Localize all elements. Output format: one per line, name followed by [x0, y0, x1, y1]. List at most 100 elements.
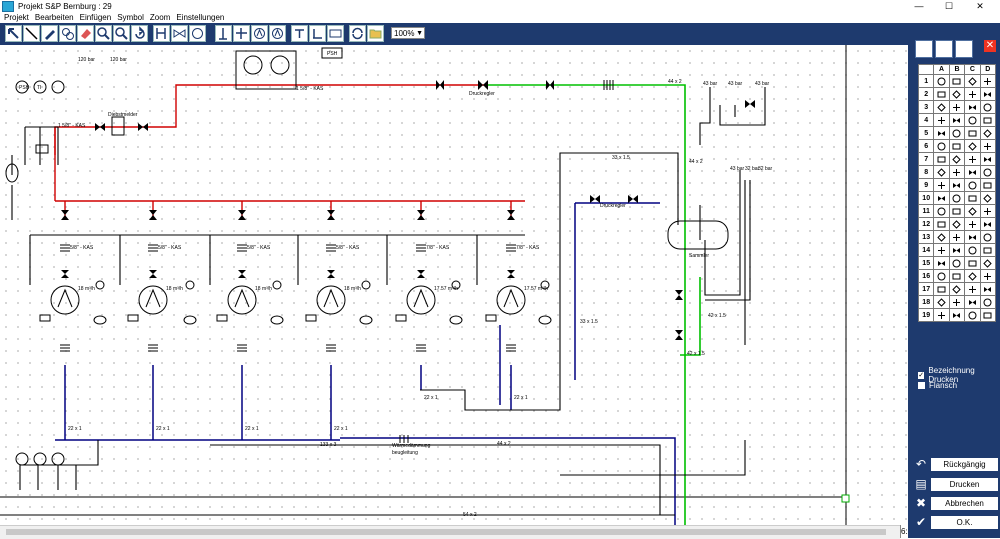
compressor-tool-button[interactable]: [189, 25, 206, 42]
symbol-cell[interactable]: [933, 178, 950, 192]
symbol-cell[interactable]: [964, 126, 981, 140]
menu-symbol[interactable]: Symbol: [117, 13, 144, 22]
ok-button[interactable]: ✔ O.K.: [914, 514, 998, 530]
symbol-cell[interactable]: [933, 282, 950, 296]
symbol-cell[interactable]: [933, 191, 950, 205]
symbol-cell[interactable]: [979, 100, 997, 114]
symbol-cell[interactable]: [964, 243, 981, 257]
symbol-cell[interactable]: [933, 165, 950, 179]
valve-tool-button[interactable]: [171, 25, 188, 42]
option-flansch[interactable]: Flansch: [918, 381, 957, 390]
tool-button-b[interactable]: [233, 25, 250, 42]
symbol-cell[interactable]: [933, 295, 950, 309]
symbol-cell[interactable]: [964, 204, 981, 218]
symbol-cell[interactable]: [964, 282, 981, 296]
close-button[interactable]: ✕: [966, 0, 994, 12]
panel-tab-valve-icon[interactable]: [935, 40, 953, 58]
print-button[interactable]: ▤ Drucken: [914, 476, 998, 492]
pen-button[interactable]: [41, 25, 58, 42]
symbol-cell[interactable]: [933, 204, 950, 218]
undo-button[interactable]: ↶ Rückgängig: [914, 456, 998, 472]
symbol-cell[interactable]: [948, 191, 966, 205]
symbol-cell[interactable]: [964, 269, 981, 283]
symbol-cell[interactable]: [964, 256, 981, 270]
symbol-cell[interactable]: [979, 217, 997, 231]
symbol-cell[interactable]: [948, 87, 966, 101]
symbol-cell[interactable]: [948, 126, 966, 140]
draw-line-button[interactable]: [23, 25, 40, 42]
symbol-cell[interactable]: [933, 113, 950, 127]
symbol-cell[interactable]: [933, 87, 950, 101]
symbol-cell[interactable]: [964, 178, 981, 192]
symbol-cell[interactable]: [964, 308, 981, 322]
symbol-cell[interactable]: [979, 295, 997, 309]
zoom-out-button[interactable]: [113, 25, 130, 42]
refresh-button[interactable]: [349, 25, 366, 42]
symbol-cell[interactable]: [979, 243, 997, 257]
open-folder-button[interactable]: [367, 25, 384, 42]
symbol-cell[interactable]: [964, 152, 981, 166]
symbol-cell[interactable]: [948, 295, 966, 309]
symbol-cell[interactable]: [948, 152, 966, 166]
cancel-button[interactable]: ✖ Abbrechen: [914, 495, 998, 511]
symbol-cell[interactable]: [979, 256, 997, 270]
symbol-cell[interactable]: [948, 230, 966, 244]
symbol-cell[interactable]: [948, 74, 966, 88]
symbol-cell[interactable]: [979, 165, 997, 179]
symbol-cell[interactable]: [979, 113, 997, 127]
symbol-cell[interactable]: [979, 74, 997, 88]
zoom-select[interactable]: 100% ▼: [391, 27, 425, 39]
symbol-cell[interactable]: [979, 282, 997, 296]
panel-tab-pipe-icon[interactable]: [915, 40, 933, 58]
tool-button-f[interactable]: [309, 25, 326, 42]
symbol-cell[interactable]: [964, 74, 981, 88]
panel-tab-instrument-icon[interactable]: [955, 40, 973, 58]
drawing-canvas[interactable]: 120 bar 120 bar PSH TI PSH Diebstmelder …: [0, 45, 908, 525]
symbol-cell[interactable]: [964, 230, 981, 244]
symbol-cell[interactable]: [979, 308, 997, 322]
symbol-cell[interactable]: [933, 256, 950, 270]
symbol-cell[interactable]: [979, 230, 997, 244]
select-arrow-button[interactable]: [5, 25, 22, 42]
menu-zoom[interactable]: Zoom: [150, 13, 170, 22]
symbol-cell[interactable]: [979, 126, 997, 140]
eraser-button[interactable]: [77, 25, 94, 42]
symbol-cell[interactable]: [933, 100, 950, 114]
symbol-cell[interactable]: [964, 295, 981, 309]
copy-button[interactable]: [59, 25, 76, 42]
symbol-cell[interactable]: [948, 113, 966, 127]
symbol-cell[interactable]: [964, 100, 981, 114]
symbol-cell[interactable]: [933, 230, 950, 244]
symbol-cell[interactable]: [948, 269, 966, 283]
tool-button-e[interactable]: [291, 25, 308, 42]
menu-einstellungen[interactable]: Einstellungen: [176, 13, 224, 22]
symbol-cell[interactable]: [948, 282, 966, 296]
symbol-cell[interactable]: [979, 87, 997, 101]
symbol-cell[interactable]: [948, 139, 966, 153]
pipe-tool-button[interactable]: [153, 25, 170, 42]
horizontal-scrollbar[interactable]: [0, 525, 900, 539]
symbol-cell[interactable]: [964, 165, 981, 179]
symbol-cell[interactable]: [948, 243, 966, 257]
symbol-cell[interactable]: [948, 178, 966, 192]
symbol-cell[interactable]: [979, 204, 997, 218]
tool-button-psh[interactable]: [327, 25, 344, 42]
symbol-cell[interactable]: [933, 217, 950, 231]
zoom-in-button[interactable]: [95, 25, 112, 42]
symbol-cell[interactable]: [933, 243, 950, 257]
maximize-button[interactable]: ☐: [935, 0, 963, 12]
symbol-cell[interactable]: [948, 204, 966, 218]
tool-button-c[interactable]: [251, 25, 268, 42]
symbol-cell[interactable]: [964, 139, 981, 153]
symbol-cell[interactable]: [933, 74, 950, 88]
rotate-button[interactable]: [131, 25, 148, 42]
tool-button-a[interactable]: [215, 25, 232, 42]
symbol-cell[interactable]: [948, 308, 966, 322]
menu-bearbeiten[interactable]: Bearbeiten: [35, 13, 74, 22]
minimize-button[interactable]: —: [905, 0, 933, 12]
symbol-cell[interactable]: [979, 152, 997, 166]
symbol-cell[interactable]: [933, 152, 950, 166]
symbol-cell[interactable]: [964, 87, 981, 101]
symbol-cell[interactable]: [979, 139, 997, 153]
scroll-thumb[interactable]: [6, 529, 886, 535]
